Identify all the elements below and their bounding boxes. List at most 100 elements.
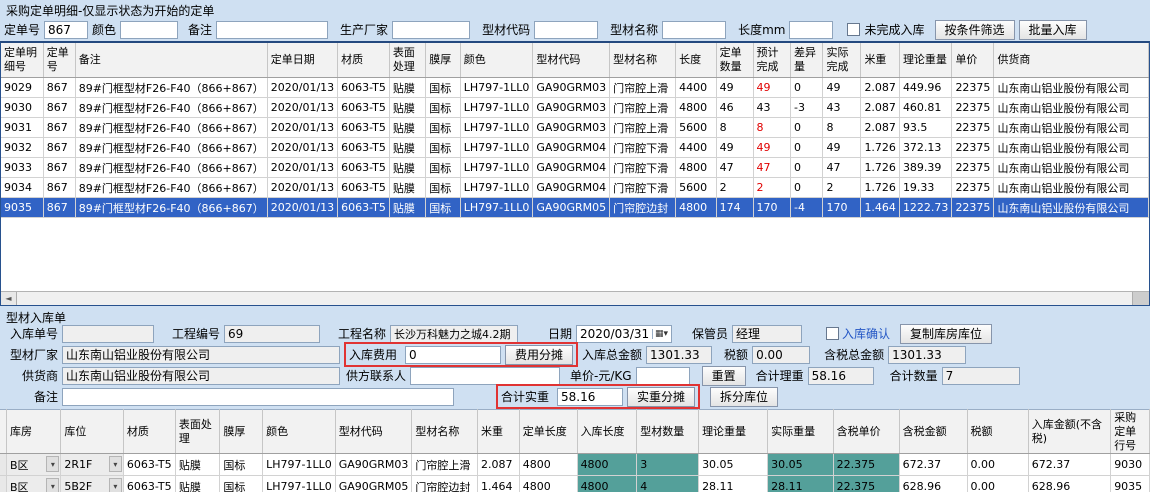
- column-header[interactable]: 税额: [967, 410, 1028, 454]
- horizontal-scrollbar[interactable]: ◄: [1, 291, 1149, 305]
- color-label: 颜色: [92, 21, 116, 38]
- column-header[interactable]: 型材数量: [637, 410, 699, 454]
- column-header[interactable]: 定单号: [43, 43, 75, 78]
- scroll-left-arrow-icon[interactable]: ◄: [1, 292, 17, 305]
- table-cell[interactable]: 5B2F▾: [61, 476, 124, 492]
- color-input[interactable]: [120, 21, 178, 39]
- profile-name-input[interactable]: [662, 21, 726, 39]
- table-cell: GA90GRM03: [533, 78, 610, 98]
- column-header[interactable]: 理论重量: [699, 410, 768, 454]
- table-cell: 国标: [220, 476, 263, 492]
- column-header[interactable]: 定单明细号: [1, 43, 43, 78]
- table-cell[interactable]: B区▾: [7, 454, 61, 476]
- dropdown-arrow-icon[interactable]: ▾: [109, 478, 122, 492]
- column-header[interactable]: 材质: [338, 43, 390, 78]
- table-row[interactable]: B区▾5B2F▾6063-T5贴膜国标LH797-1LL0GA90GRM05门帘…: [0, 476, 1150, 492]
- column-header[interactable]: 定单长度: [519, 410, 577, 454]
- split-location-button[interactable]: 拆分库位: [710, 387, 778, 407]
- inbound-total-field[interactable]: 1301.33: [646, 346, 712, 364]
- column-header[interactable]: 米重: [861, 43, 900, 78]
- remark-input[interactable]: [62, 388, 454, 406]
- theo-total-field[interactable]: 58.16: [808, 367, 874, 385]
- supplier-field[interactable]: 山东南山铝业股份有限公司: [62, 367, 340, 385]
- table-row[interactable]: B区▾2R1F▾6063-T5贴膜国标LH797-1LL0GA90GRM03门帘…: [0, 454, 1150, 476]
- column-header[interactable]: 米重: [478, 410, 520, 454]
- column-header[interactable]: 型材名称: [610, 43, 676, 78]
- table-row[interactable]: 903286789#门框型材F26-F40（866+867）2020/01/13…: [1, 138, 1149, 158]
- column-header[interactable]: 采购定单行号: [1111, 410, 1150, 454]
- fee-input[interactable]: [405, 346, 501, 364]
- column-header[interactable]: 备注: [75, 43, 267, 78]
- actual-total-input[interactable]: [557, 388, 623, 406]
- tax-total-field[interactable]: 1301.33: [888, 346, 966, 364]
- column-header[interactable]: 预计完成: [753, 43, 790, 78]
- unit-price-input[interactable]: [636, 367, 690, 385]
- column-header[interactable]: 差异量: [791, 43, 823, 78]
- column-header[interactable]: 库房: [7, 410, 61, 454]
- column-header[interactable]: 型材代码: [533, 43, 610, 78]
- project-no-field[interactable]: 69: [224, 325, 320, 343]
- table-cell[interactable]: B区▾: [7, 476, 61, 492]
- table-row[interactable]: 903386789#门框型材F26-F40（866+867）2020/01/13…: [1, 158, 1149, 178]
- filter-button[interactable]: 按条件筛选: [935, 20, 1015, 40]
- table-row[interactable]: 902986789#门框型材F26-F40（866+867）2020/01/13…: [1, 78, 1149, 98]
- dropdown-arrow-icon[interactable]: ▾: [109, 456, 122, 472]
- column-header[interactable]: 定单日期: [267, 43, 337, 78]
- fee-share-button[interactable]: 费用分摊: [505, 345, 573, 365]
- column-header[interactable]: 含税金额: [899, 410, 967, 454]
- scrollbar-thumb[interactable]: [17, 292, 1133, 305]
- date-field[interactable]: 2020/03/31▦▾: [576, 325, 672, 343]
- dropdown-arrow-icon[interactable]: ▾: [46, 456, 59, 472]
- note-input[interactable]: [216, 21, 328, 39]
- column-header[interactable]: 实际完成: [823, 43, 861, 78]
- table-cell: 0: [791, 118, 823, 138]
- column-header[interactable]: 含税单价: [833, 410, 899, 454]
- dropdown-arrow-icon[interactable]: ▾: [46, 478, 59, 492]
- column-header[interactable]: 长度: [676, 43, 716, 78]
- column-header[interactable]: 型材代码: [335, 410, 412, 454]
- confirm-checkbox[interactable]: [826, 327, 839, 340]
- unfinished-checkbox[interactable]: [847, 23, 860, 36]
- order-no-input[interactable]: [44, 21, 88, 39]
- batch-inbound-button[interactable]: 批量入库: [1019, 20, 1087, 40]
- manufacturer-input[interactable]: [392, 21, 470, 39]
- table-row[interactable]: 903186789#门框型材F26-F40（866+867）2020/01/13…: [1, 118, 1149, 138]
- column-header[interactable]: 颜色: [263, 410, 336, 454]
- column-header[interactable]: 表面处理: [389, 43, 425, 78]
- column-header[interactable]: 表面处理: [175, 410, 220, 454]
- table-row[interactable]: 903486789#门框型材F26-F40（866+867）2020/01/13…: [1, 178, 1149, 198]
- contact-input[interactable]: [410, 367, 560, 385]
- column-header[interactable]: 膜厚: [220, 410, 263, 454]
- column-header[interactable]: 膜厚: [426, 43, 460, 78]
- reset-button[interactable]: 重置: [702, 366, 746, 386]
- contact-label: 供方联系人: [346, 367, 406, 384]
- table-cell[interactable]: 2R1F▾: [61, 454, 124, 476]
- column-header[interactable]: 定单数量: [716, 43, 753, 78]
- actual-share-button[interactable]: 实重分摊: [627, 387, 695, 407]
- column-header[interactable]: 单价: [952, 43, 994, 78]
- table-cell: LH797-1LL0: [460, 198, 533, 218]
- column-header[interactable]: 型材名称: [412, 410, 478, 454]
- table-row[interactable]: 903586789#门框型材F26-F40（866+867）2020/01/13…: [1, 198, 1149, 218]
- vendor-field[interactable]: 山东南山铝业股份有限公司: [62, 346, 340, 364]
- keeper-field[interactable]: 经理: [732, 325, 802, 343]
- column-header[interactable]: 供货商: [994, 43, 1149, 78]
- column-header[interactable]: 入库长度: [577, 410, 637, 454]
- column-header[interactable]: 库位: [61, 410, 124, 454]
- table-row[interactable]: 903086789#门框型材F26-F40（866+867）2020/01/13…: [1, 98, 1149, 118]
- profile-code-input[interactable]: [534, 21, 598, 39]
- qty-total-field[interactable]: 7: [942, 367, 1020, 385]
- column-header[interactable]: 颜色: [460, 43, 533, 78]
- table-cell: 6063-T5: [123, 454, 175, 476]
- column-header[interactable]: 实际重量: [768, 410, 833, 454]
- project-name-field[interactable]: 长沙万科魅力之城4.2期: [390, 325, 518, 343]
- column-header[interactable]: 入库金额(不含税): [1028, 410, 1110, 454]
- column-header[interactable]: 理论重量: [899, 43, 952, 78]
- tax-field[interactable]: 0.00: [752, 346, 810, 364]
- calendar-dropdown-icon[interactable]: ▦▾: [652, 329, 668, 339]
- order-filter-bar: 定单号 颜色 备注 生产厂家 型材代码 型材名称 长度mm 未完成入库 按条件筛…: [0, 18, 1150, 41]
- inbound-no-field[interactable]: [62, 325, 154, 343]
- column-header[interactable]: 材质: [123, 410, 175, 454]
- copy-warehouse-button[interactable]: 复制库房库位: [900, 324, 992, 344]
- length-input[interactable]: [789, 21, 833, 39]
